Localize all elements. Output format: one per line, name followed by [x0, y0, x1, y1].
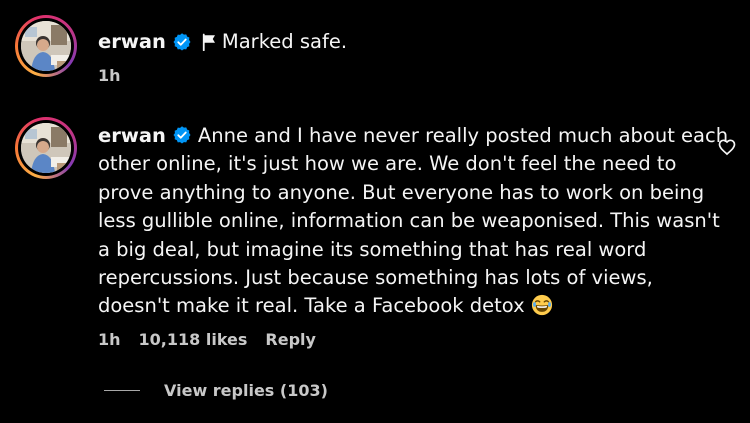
heart-icon[interactable] — [717, 137, 737, 157]
reply-text: Marked safe. — [221, 30, 348, 53]
replies-divider — [104, 390, 140, 391]
reply-button[interactable]: Reply — [265, 330, 316, 349]
avatar-ring — [18, 120, 74, 176]
comment-body: erwan Anne and I have never really posted… — [98, 122, 728, 321]
comment-text-line: a big deal, but imagine its something th… — [98, 237, 647, 261]
comment-text-line: Anne and I have never really posted much… — [197, 124, 729, 147]
reply-timestamp: 1h — [98, 66, 121, 85]
verified-badge-icon — [173, 126, 191, 144]
laughing-emoji-icon — [531, 295, 552, 316]
comment-text-line: prove anything to anyone. But everyone h… — [98, 180, 705, 204]
view-replies-label: View replies (103) — [164, 381, 328, 400]
comment-line: erwan Anne and I have never really posted… — [98, 122, 728, 150]
username[interactable]: erwan — [98, 30, 166, 53]
avatar[interactable] — [15, 117, 77, 179]
comment-actions: 1h 10,118 likes Reply — [98, 330, 316, 349]
likes-count[interactable]: 10,118 likes — [139, 330, 248, 349]
verified-badge-icon — [173, 32, 191, 50]
comment-text-line: less gullible online, information can be… — [98, 209, 720, 233]
comment-last-line: doesn't make it real. Take a Facebook de… — [98, 292, 718, 320]
profile-photo — [21, 21, 71, 71]
view-replies-button[interactable]: View replies (103) — [104, 381, 328, 400]
profile-photo — [21, 123, 71, 173]
avatar-ring — [18, 18, 74, 74]
comment-text-line: other online, it's just how we are. We d… — [98, 152, 677, 176]
avatar[interactable] — [15, 15, 77, 77]
reply-header: erwan Marked safe. — [98, 30, 347, 53]
flag-icon — [202, 33, 215, 51]
username[interactable]: erwan — [98, 124, 166, 147]
comment-text-line: doesn't make it real. Take a Facebook de… — [98, 294, 525, 318]
comment-timestamp: 1h — [98, 330, 121, 349]
comment-text-line: repercussions. Just because something ha… — [98, 266, 653, 290]
